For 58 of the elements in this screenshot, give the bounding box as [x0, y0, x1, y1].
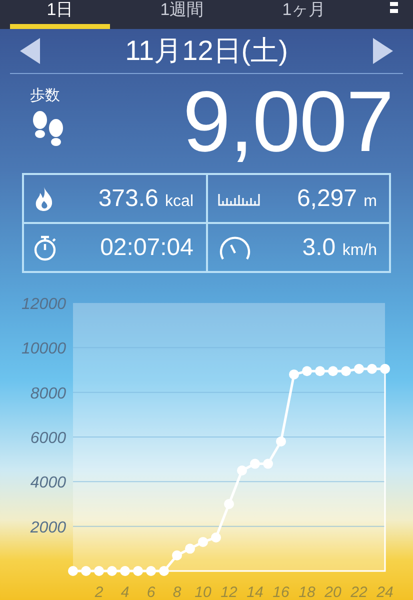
- tab[interactable]: 1日: [10, 0, 110, 29]
- x-axis-label: 8: [172, 584, 182, 600]
- x-axis-label: 16: [272, 584, 290, 600]
- data-point: [211, 532, 221, 542]
- stopwatch-icon: [34, 234, 56, 260]
- data-point: [224, 499, 234, 509]
- data-point: [250, 458, 260, 469]
- data-point: [237, 466, 247, 476]
- data-point: [328, 366, 338, 376]
- data-point: [172, 550, 182, 560]
- data-point: [289, 369, 299, 380]
- data-point: [367, 364, 377, 374]
- flame-icon: [34, 186, 54, 210]
- stat-value: 3.0 km/h: [302, 234, 377, 262]
- data-point: [198, 536, 208, 547]
- stat-value: 6,297 m: [296, 184, 377, 212]
- data-point: [94, 566, 104, 576]
- data-point: [68, 566, 78, 576]
- data-point: [315, 366, 325, 376]
- x-axis-label: 2: [94, 584, 104, 600]
- data-point: [302, 366, 312, 376]
- x-axis-label: 6: [146, 584, 156, 600]
- data-point: [81, 566, 91, 576]
- y-axis-label: 6000: [30, 430, 66, 447]
- y-axis-label: 10000: [22, 340, 66, 358]
- y-axis-label: 2000: [30, 519, 66, 536]
- x-axis-label: 24: [376, 584, 394, 600]
- x-axis-label: 20: [324, 584, 342, 600]
- tab[interactable]: 1ヶ月: [254, 0, 354, 29]
- tab[interactable]: 1週間: [132, 0, 232, 29]
- x-axis-label: 12: [220, 584, 238, 600]
- steps-label: 歩数: [30, 86, 60, 105]
- x-axis-label: 10: [194, 584, 212, 600]
- y-axis-label: 8000: [30, 385, 66, 402]
- x-axis-label: 18: [298, 584, 316, 600]
- y-axis-label: 12000: [22, 296, 66, 313]
- data-point: [341, 366, 351, 376]
- data-point: [120, 566, 130, 576]
- data-point: [146, 566, 156, 576]
- x-axis-label: 4: [120, 584, 130, 600]
- ruler-icon: [218, 192, 260, 206]
- data-point: [133, 566, 143, 576]
- data-point: [354, 364, 364, 374]
- previous-arrow-icon[interactable]: [20, 38, 42, 64]
- step-count: 9,007: [182, 74, 393, 170]
- date-title: 11月12日(土): [125, 34, 288, 68]
- data-point: [276, 436, 286, 446]
- data-point: [185, 544, 195, 554]
- x-axis-label: 22: [350, 584, 368, 600]
- x-axis-label: 14: [246, 584, 264, 600]
- data-point: [263, 458, 273, 469]
- data-point: [107, 566, 117, 576]
- next-arrow-icon[interactable]: [370, 38, 393, 64]
- stat-value: 373.6 kcal: [98, 184, 194, 212]
- stat-value: 02:07:04: [100, 234, 194, 262]
- y-axis-label: 4000: [30, 474, 66, 492]
- speedometer-icon: [218, 234, 252, 260]
- menu-icon[interactable]: [389, 2, 399, 16]
